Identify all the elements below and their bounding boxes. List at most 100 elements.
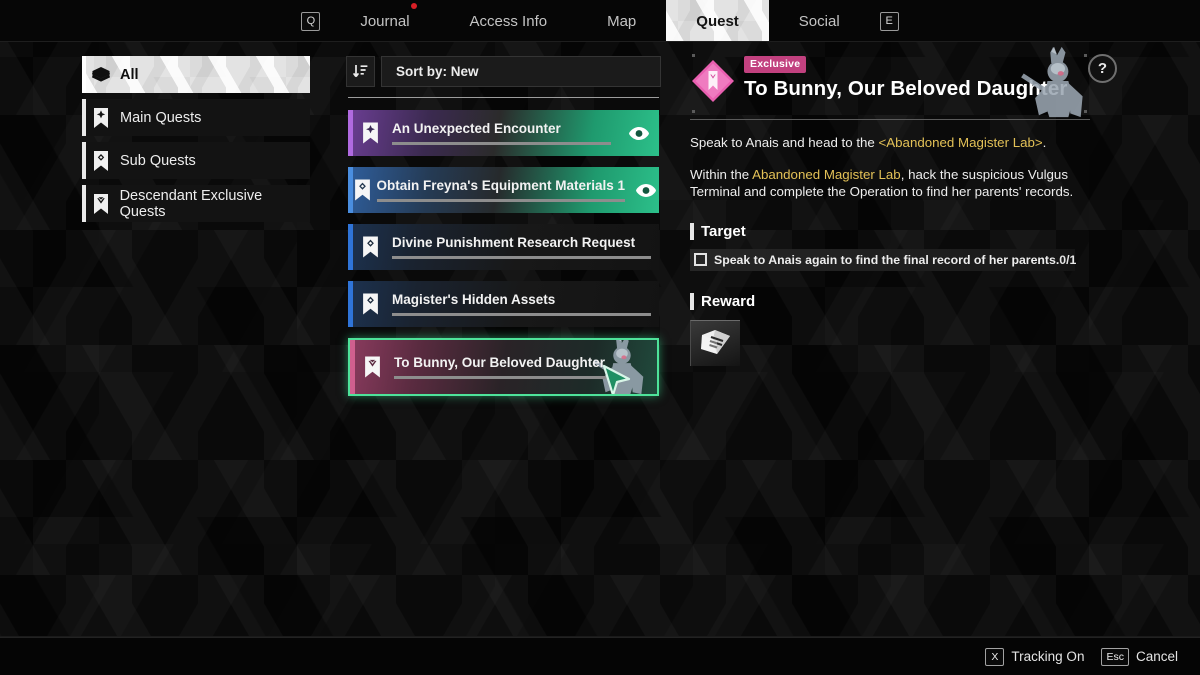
bookmark-crown-icon — [82, 193, 120, 215]
quest-list-item-an-unexpected-encounter[interactable]: An Unexpected Encounter — [348, 110, 659, 156]
quest-item-body: Divine Punishment Research Request — [392, 235, 659, 259]
panel-corner-marker — [692, 110, 695, 113]
key-hint-esc: Esc — [1101, 647, 1129, 666]
panel-corner-marker — [692, 54, 695, 57]
quest-item-progress-bar — [376, 199, 626, 202]
exclusive-badge: Exclusive — [744, 56, 807, 73]
top-navigation-bar: Q Journal Access Info Map Quest Social E — [0, 0, 1200, 42]
nav-tabs-container: Q Journal Access Info Map Quest Social E — [291, 0, 908, 42]
tab-journal-label: Journal — [360, 12, 410, 30]
quest-detail-divider — [690, 119, 1090, 120]
location-highlight: <Abandoned Magister Lab> — [878, 135, 1043, 150]
quest-item-accent-bar — [348, 167, 353, 213]
quest-item-progress-bar — [392, 313, 651, 316]
reward-section-label: Reward — [701, 292, 756, 310]
reward-section-header: Reward — [690, 292, 1090, 310]
quest-detail-panel: Exclusive To Bunny, Our Beloved Daughter… — [690, 46, 1090, 366]
layers-icon — [82, 65, 120, 85]
bookmark-diamond-icon — [348, 235, 392, 259]
quest-item-accent-bar — [348, 224, 353, 270]
quest-description-paragraph: Speak to Anais and head to the <Abandone… — [690, 134, 1078, 152]
tab-quest-label: Quest — [696, 12, 739, 30]
quest-detail-header: Exclusive To Bunny, Our Beloved Daughter — [690, 46, 1090, 118]
desc-text: Speak to Anais and head to the — [690, 135, 879, 150]
hint-cancel[interactable]: Esc Cancel — [1101, 647, 1178, 666]
quest-list-item-magisters-hidden-assets[interactable]: Magister's Hidden Assets — [348, 281, 659, 327]
bookmark-cross-icon — [82, 107, 120, 129]
sidebar-item-sub-quests-label: Sub Quests — [120, 152, 196, 169]
sidebar-item-main-quests[interactable]: Main Quests — [82, 99, 310, 136]
mouse-cursor-icon — [602, 364, 631, 394]
sidebar-item-main-quests-label: Main Quests — [120, 109, 202, 126]
reward-item-slot[interactable] — [690, 319, 740, 366]
target-section-header: Target — [690, 222, 1090, 240]
book-icon — [700, 330, 730, 354]
quest-item-name: Magister's Hidden Assets — [392, 292, 556, 307]
character-portrait-large — [1021, 46, 1083, 118]
sidebar-accent-bar — [82, 185, 86, 222]
tab-social[interactable]: Social — [769, 0, 870, 42]
quest-item-progress-bar — [392, 142, 611, 145]
quest-item-body: Magister's Hidden Assets — [392, 292, 659, 316]
panel-corner-marker — [1084, 54, 1087, 57]
tab-social-label: Social — [798, 12, 840, 30]
tab-journal[interactable]: Journal — [330, 0, 439, 42]
next-tab-key-hint[interactable]: E — [879, 11, 899, 31]
hint-tracking-on[interactable]: X Tracking On — [985, 647, 1085, 666]
diamond-bookmark-icon — [690, 52, 744, 109]
tab-access-info-label: Access Info — [469, 12, 548, 30]
target-section-label: Target — [701, 222, 746, 240]
bookmark-cross-icon — [348, 121, 392, 145]
quest-description-paragraph: Within the Abandoned Magister Lab, hack … — [690, 166, 1078, 201]
tab-map-label: Map — [607, 12, 637, 30]
bookmark-crown-icon — [350, 355, 394, 379]
quest-item-progress-bar — [392, 256, 651, 259]
quest-item-accent-bar — [350, 340, 355, 394]
quest-item-name: An Unexpected Encounter — [392, 121, 561, 136]
quest-item-name: Obtain Freyna's Equipment Materials 1 — [376, 178, 626, 193]
sidebar-accent-bar — [82, 99, 86, 136]
sidebar-item-sub-quests[interactable]: Sub Quests — [82, 142, 310, 179]
quest-description: Speak to Anais and head to the <Abandone… — [690, 134, 1078, 201]
sort-controls: Sort by: New — [346, 56, 661, 88]
sidebar-accent-bar — [82, 142, 86, 179]
bottom-action-bar: X Tracking On Esc Cancel — [0, 637, 1200, 675]
section-tick-marker — [690, 292, 694, 310]
sort-descending-icon[interactable] — [346, 56, 375, 87]
quest-list-divider — [348, 97, 659, 98]
sidebar-item-all-label: All — [120, 66, 139, 83]
target-objective-text: Speak to Anais again to find the final r… — [714, 252, 1060, 267]
quest-list-item-to-bunny-our-beloved-daughter[interactable]: To Bunny, Our Beloved Daughter — [348, 338, 659, 396]
key-hint-x: X — [985, 647, 1005, 666]
location-highlight: Abandoned Magister Lab — [752, 166, 901, 182]
sidebar-accent-bar — [82, 56, 86, 93]
sort-by-select[interactable]: Sort by: New — [381, 56, 661, 87]
quest-item-body: An Unexpected Encounter — [392, 121, 619, 145]
panel-corner-marker — [1084, 110, 1087, 113]
sidebar-item-descendant-exclusive-quests-label: Descendant Exclusive Quests — [119, 187, 263, 220]
help-button[interactable]: ? — [1088, 54, 1117, 83]
quest-list-item-divine-punishment-research-request[interactable]: Divine Punishment Research Request — [348, 224, 659, 270]
quest-item-accent-bar — [348, 281, 353, 327]
target-objective-count: 0/1 — [1059, 252, 1077, 267]
prev-tab-key-hint[interactable]: Q — [301, 11, 321, 31]
tab-map[interactable]: Map — [577, 0, 666, 42]
quest-category-sidebar: All Main Quests Sub Quests Descendant Ex… — [82, 56, 310, 228]
tab-quest[interactable]: Quest — [666, 0, 769, 42]
hint-cancel-label: Cancel — [1135, 649, 1178, 664]
desc-text: Within the — [690, 166, 753, 182]
tracking-eye-icon[interactable] — [633, 183, 659, 198]
quest-item-accent-bar — [348, 110, 353, 156]
tab-access-info[interactable]: Access Info — [440, 0, 578, 42]
hint-tracking-on-label: Tracking On — [1011, 649, 1085, 664]
sidebar-item-all[interactable]: All — [82, 56, 310, 93]
quest-list: An Unexpected Encounter Obtain Freyna's … — [348, 110, 659, 407]
sidebar-item-descendant-exclusive-quests[interactable]: Descendant Exclusive Quests — [82, 185, 310, 222]
target-checkbox[interactable] — [694, 253, 707, 266]
tracking-eye-icon[interactable] — [619, 126, 659, 141]
desc-text: . — [1042, 135, 1047, 150]
quest-list-item-obtain-freynas-equipment-materials-1[interactable]: Obtain Freyna's Equipment Materials 1 — [348, 167, 659, 213]
bookmark-diamond-icon — [348, 292, 392, 316]
quest-item-body: Obtain Freyna's Equipment Materials 1 — [376, 178, 634, 202]
target-objective-row: Speak to Anais again to find the final r… — [690, 248, 1077, 271]
